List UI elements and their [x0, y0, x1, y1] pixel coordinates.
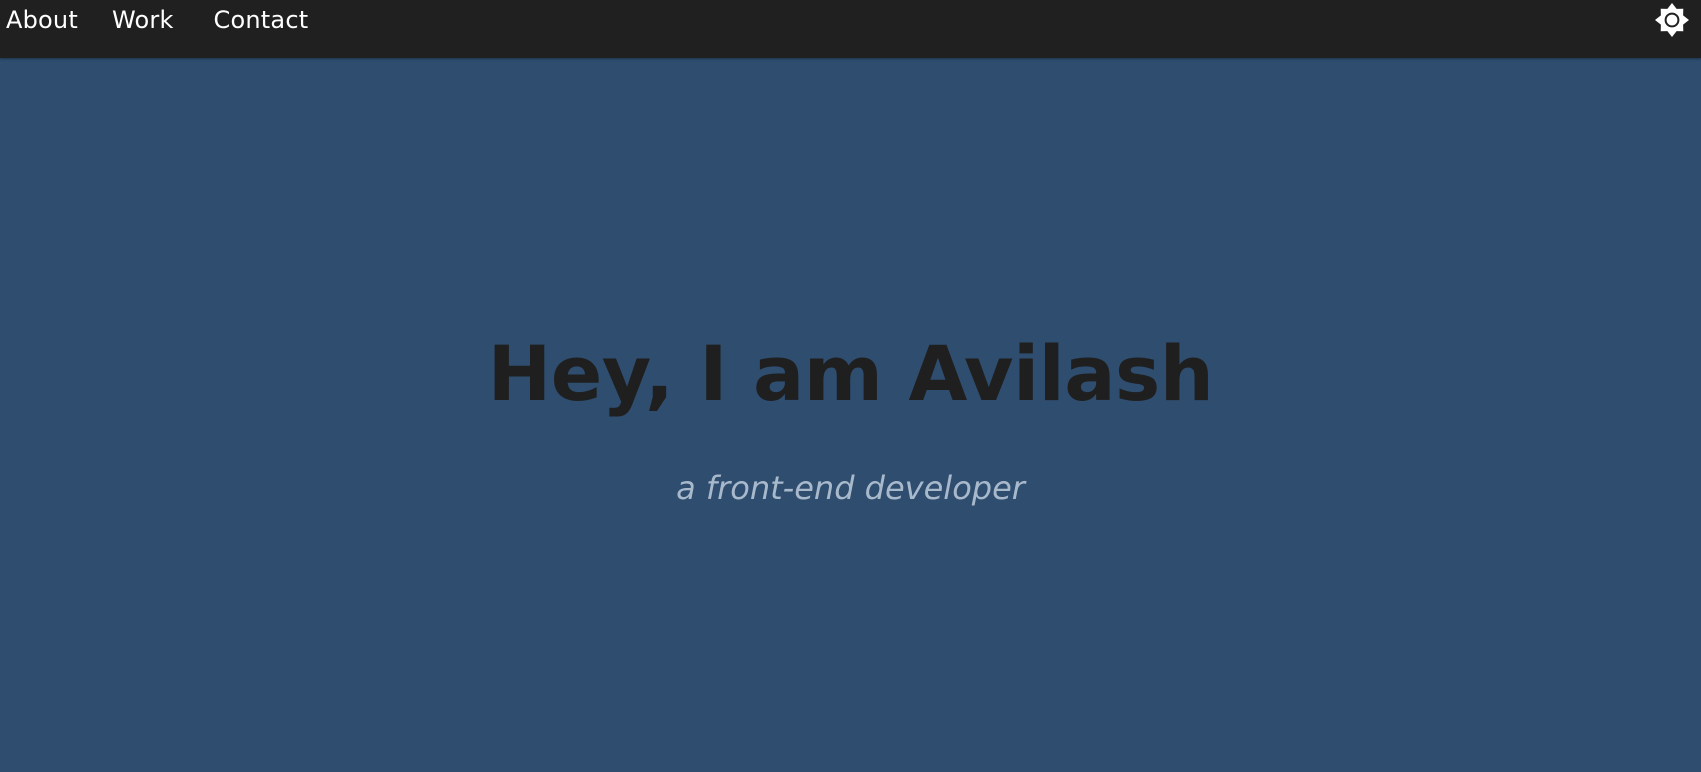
nav-link-contact[interactable]: Contact [214, 0, 309, 40]
hero-title: Hey, I am Avilash [487, 329, 1214, 418]
theme-toggle-button[interactable] [1652, 0, 1692, 40]
hero-subtitle: a front-end developer [676, 469, 1025, 507]
nav-link-about[interactable]: About [6, 0, 78, 40]
nav-links: About Work Contact [0, 0, 342, 40]
top-navbar: About Work Contact [0, 0, 1701, 58]
sun-icon [1655, 3, 1689, 37]
nav-link-work[interactable]: Work [112, 0, 174, 40]
